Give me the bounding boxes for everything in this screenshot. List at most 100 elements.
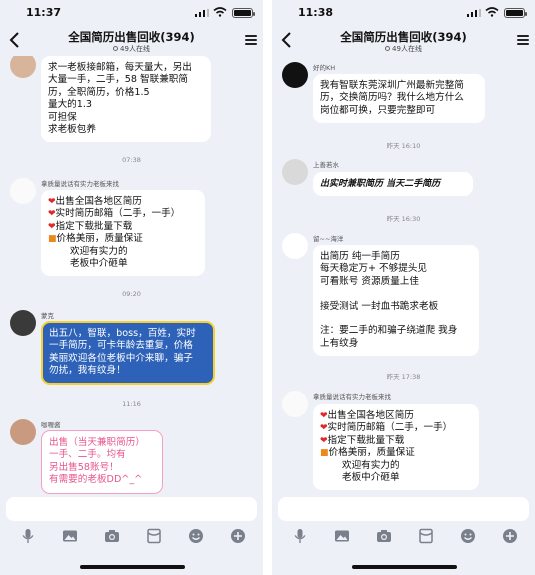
- status-time: 11:37: [26, 6, 62, 19]
- message-bubble[interactable]: 出实时兼职简历 当天二手简历: [313, 172, 473, 197]
- message-bubble[interactable]: 出简历 纯一手简历 每天稳定万+ 不够提头见 可看账号 资源质量上佳 接受测试 …: [313, 245, 479, 357]
- heart-icon: ❤: [48, 209, 56, 220]
- timestamp: 09:20: [122, 290, 141, 298]
- message-line: 实时简历邮箱（二手，一手）: [327, 422, 453, 434]
- camera-icon[interactable]: [104, 528, 120, 544]
- message-input[interactable]: [6, 497, 257, 521]
- sender-name: 上善若水: [313, 161, 339, 169]
- message-bubble[interactable]: ❤出售全国各地区简历 ❤实时简历邮箱（二手，一手） ❤指定下载批量下载 ■价格美…: [313, 404, 479, 491]
- sender-name: 拿质量说话有实力老板来找: [313, 393, 391, 401]
- wifi-icon: [485, 7, 499, 17]
- emoji-icon[interactable]: [460, 528, 476, 544]
- camera-icon[interactable]: [376, 528, 392, 544]
- heart-icon: ❤: [48, 221, 56, 232]
- message-line: 价格美丽，质量保证: [328, 447, 415, 459]
- gift-icon: ■: [48, 234, 57, 245]
- avatar[interactable]: [282, 233, 308, 259]
- red-packet-icon[interactable]: [146, 528, 162, 544]
- chat-toolbar: [272, 528, 535, 548]
- online-count-text: 49人在线: [120, 45, 150, 53]
- mic-icon[interactable]: [292, 528, 308, 544]
- sender-name: 蒙克: [41, 312, 54, 320]
- avatar[interactable]: [10, 419, 36, 445]
- online-dot-icon: [113, 46, 119, 51]
- timestamp: 昨天 16:30: [386, 215, 421, 223]
- home-indicator[interactable]: [352, 565, 457, 569]
- list-item: ❤指定下载批量下载: [48, 221, 198, 233]
- heart-icon: ❤: [320, 435, 328, 446]
- status-bar: 11:37: [0, 0, 263, 26]
- gift-icon: ■: [320, 448, 329, 459]
- list-item: ❤实时简历邮箱（二手，一手）: [48, 208, 198, 220]
- message-bubble[interactable]: ❤出售全国各地区简历 ❤实时简历邮箱（二手，一手） ❤指定下载批量下载 ■价格美…: [41, 190, 205, 277]
- menu-icon[interactable]: [517, 35, 529, 45]
- heart-icon: ❤: [48, 197, 56, 207]
- timestamp: 07:38: [122, 156, 141, 164]
- message-line: 指定下载批量下载: [55, 220, 133, 232]
- sender-name: 留~~海洋: [313, 235, 344, 243]
- avatar[interactable]: [10, 178, 36, 204]
- chat-header: 全国简历出售回收(394) 49人在线: [272, 26, 535, 56]
- signal-icon: [467, 9, 481, 17]
- sender-name: 拿质量说话有实力老板来找: [41, 180, 119, 188]
- list-item: ■价格美丽，质量保证: [320, 447, 472, 459]
- plus-icon[interactable]: [230, 528, 246, 544]
- plus-icon[interactable]: [502, 528, 518, 544]
- avatar[interactable]: [282, 159, 308, 185]
- message-line: 价格美丽，质量保证: [56, 233, 143, 245]
- message-input[interactable]: [278, 497, 529, 521]
- timestamp: 昨天 17:38: [386, 373, 421, 381]
- message-line: 老板中介砸单: [70, 258, 128, 270]
- chat-toolbar: [0, 528, 263, 548]
- message-list[interactable]: 好的KH 我有智联东莞深圳广州最新完整简 历，交换简历吗？我什么地方什么 岗位都…: [272, 56, 535, 494]
- online-count: 49人在线: [272, 44, 535, 54]
- red-packet-icon[interactable]: [418, 528, 434, 544]
- message-bubble[interactable]: 我有智联东莞深圳广州最新完整简 历，交换简历吗？我什么地方什么 岗位都可换，只要…: [313, 74, 485, 124]
- list-item: ■价格美丽，质量保证: [48, 233, 198, 245]
- status-bar: 11:38: [272, 0, 535, 26]
- image-icon[interactable]: [334, 528, 350, 544]
- message-line: 出售全国各地区简历: [55, 196, 142, 207]
- menu-icon[interactable]: [245, 35, 257, 45]
- list-item: ❤出售全国各地区简历: [320, 410, 472, 422]
- message-line: 指定下载批量下载: [327, 434, 405, 446]
- emoji-icon[interactable]: [188, 528, 204, 544]
- message-line: 老板中介砸单: [342, 472, 400, 484]
- battery-icon: [232, 8, 255, 18]
- list-item: ❤指定下载批量下载: [320, 435, 472, 447]
- message-line: 出售全国各地区简历: [327, 410, 414, 421]
- message-list[interactable]: 求一老板接邮箱，每天量大，另出 大量一手，二手，58 智联兼职简 历，全职简历，…: [0, 56, 263, 494]
- sender-name: 好的KH: [313, 64, 336, 72]
- online-dot-icon: [385, 46, 391, 51]
- battery-icon: [504, 8, 527, 18]
- message-line: 欢迎有实力的: [342, 459, 400, 471]
- status-time: 11:38: [298, 6, 334, 19]
- list-item: ❤出售全国各地区简历: [48, 196, 198, 208]
- online-count-text: 49人在线: [392, 45, 422, 53]
- message-line: 实时简历邮箱（二手，一手）: [55, 208, 181, 220]
- timestamp: 昨天 16:10: [386, 142, 421, 150]
- group-title: 全国简历出售回收(394): [340, 30, 467, 44]
- message-bubble[interactable]: 求一老板接邮箱，每天量大，另出 大量一手，二手，58 智联兼职简 历，全职简历，…: [41, 56, 211, 143]
- home-indicator[interactable]: [80, 565, 185, 569]
- sender-name: 咖喱酱: [41, 421, 61, 429]
- online-count: 49人在线: [0, 44, 263, 54]
- message-line: 欢迎有实力的: [70, 245, 128, 257]
- wifi-icon: [213, 7, 227, 17]
- group-title: 全国简历出售回收(394): [68, 30, 195, 44]
- heart-icon: ❤: [320, 411, 328, 421]
- chat-screen-left: 11:37 全国简历出售回收(394) 49人在线 求一老板接邮箱，每天量大，另…: [0, 0, 263, 575]
- avatar[interactable]: [282, 391, 308, 417]
- list-item: ❤实时简历邮箱（二手，一手）: [320, 422, 472, 434]
- image-icon[interactable]: [62, 528, 78, 544]
- avatar[interactable]: [282, 62, 308, 88]
- heart-icon: ❤: [320, 423, 328, 434]
- chat-screen-right: 11:38 全国简历出售回收(394) 49人在线 好的KH 我有智联东莞深圳广…: [272, 0, 535, 575]
- mic-icon[interactable]: [20, 528, 36, 544]
- timestamp: 11:16: [122, 400, 141, 408]
- avatar[interactable]: [10, 56, 36, 78]
- message-bubble[interactable]: 出五八，智联，boss，百姓，实时 一手简历，可卡年龄去重复，价格 美丽欢迎各位…: [41, 321, 215, 385]
- message-bubble[interactable]: 出售（当天兼职简历） 一手、二手。均有 另出售58账号！ 有需要的老板DD^_^: [41, 430, 163, 494]
- avatar[interactable]: [10, 310, 36, 336]
- chat-header: 全国简历出售回收(394) 49人在线: [0, 26, 263, 56]
